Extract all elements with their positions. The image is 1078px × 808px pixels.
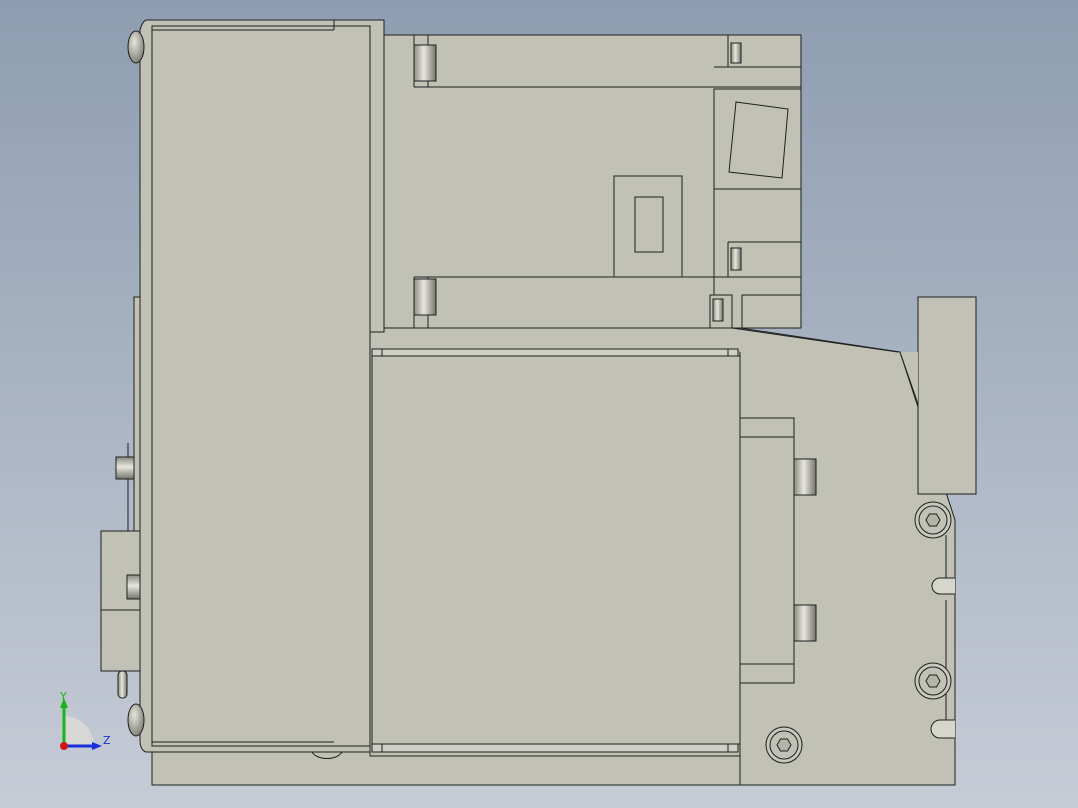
sensor-window (634, 196, 664, 253)
small-pin (712, 298, 724, 322)
notch-lower (930, 719, 955, 739)
right-top-block (917, 296, 977, 495)
motor-flange (739, 417, 795, 684)
end-tab (741, 294, 802, 329)
connector-lead (117, 670, 128, 699)
socket-screw-bottom (765, 726, 803, 764)
flange-pin-lower (793, 604, 817, 642)
guide-pin-lower (413, 278, 437, 316)
left-cover-face (151, 25, 371, 747)
label-plate (728, 101, 789, 179)
cover-knob-bottom (127, 703, 145, 737)
cad-graphics-viewport[interactable]: Y Z (0, 0, 1078, 808)
y-axis-label: Y (59, 690, 67, 703)
guide-pin-upper (413, 44, 437, 82)
notch-upper (931, 577, 955, 595)
z-axis-label: Z (103, 734, 111, 747)
motor-rib-bottom (371, 743, 739, 753)
motor-rib-top (371, 348, 739, 357)
small-pin (730, 42, 742, 64)
connector-lower (100, 609, 144, 672)
cover-knob-top (127, 30, 145, 64)
small-pin (730, 247, 742, 271)
socket-screw-middle (914, 662, 952, 700)
x-axis-dot (60, 742, 68, 750)
socket-screw-upper (914, 501, 952, 539)
motor-face (371, 355, 741, 745)
model-view[interactable]: Y Z (0, 0, 1078, 808)
flange-pin-upper (793, 458, 817, 496)
lever-pin (115, 456, 135, 480)
